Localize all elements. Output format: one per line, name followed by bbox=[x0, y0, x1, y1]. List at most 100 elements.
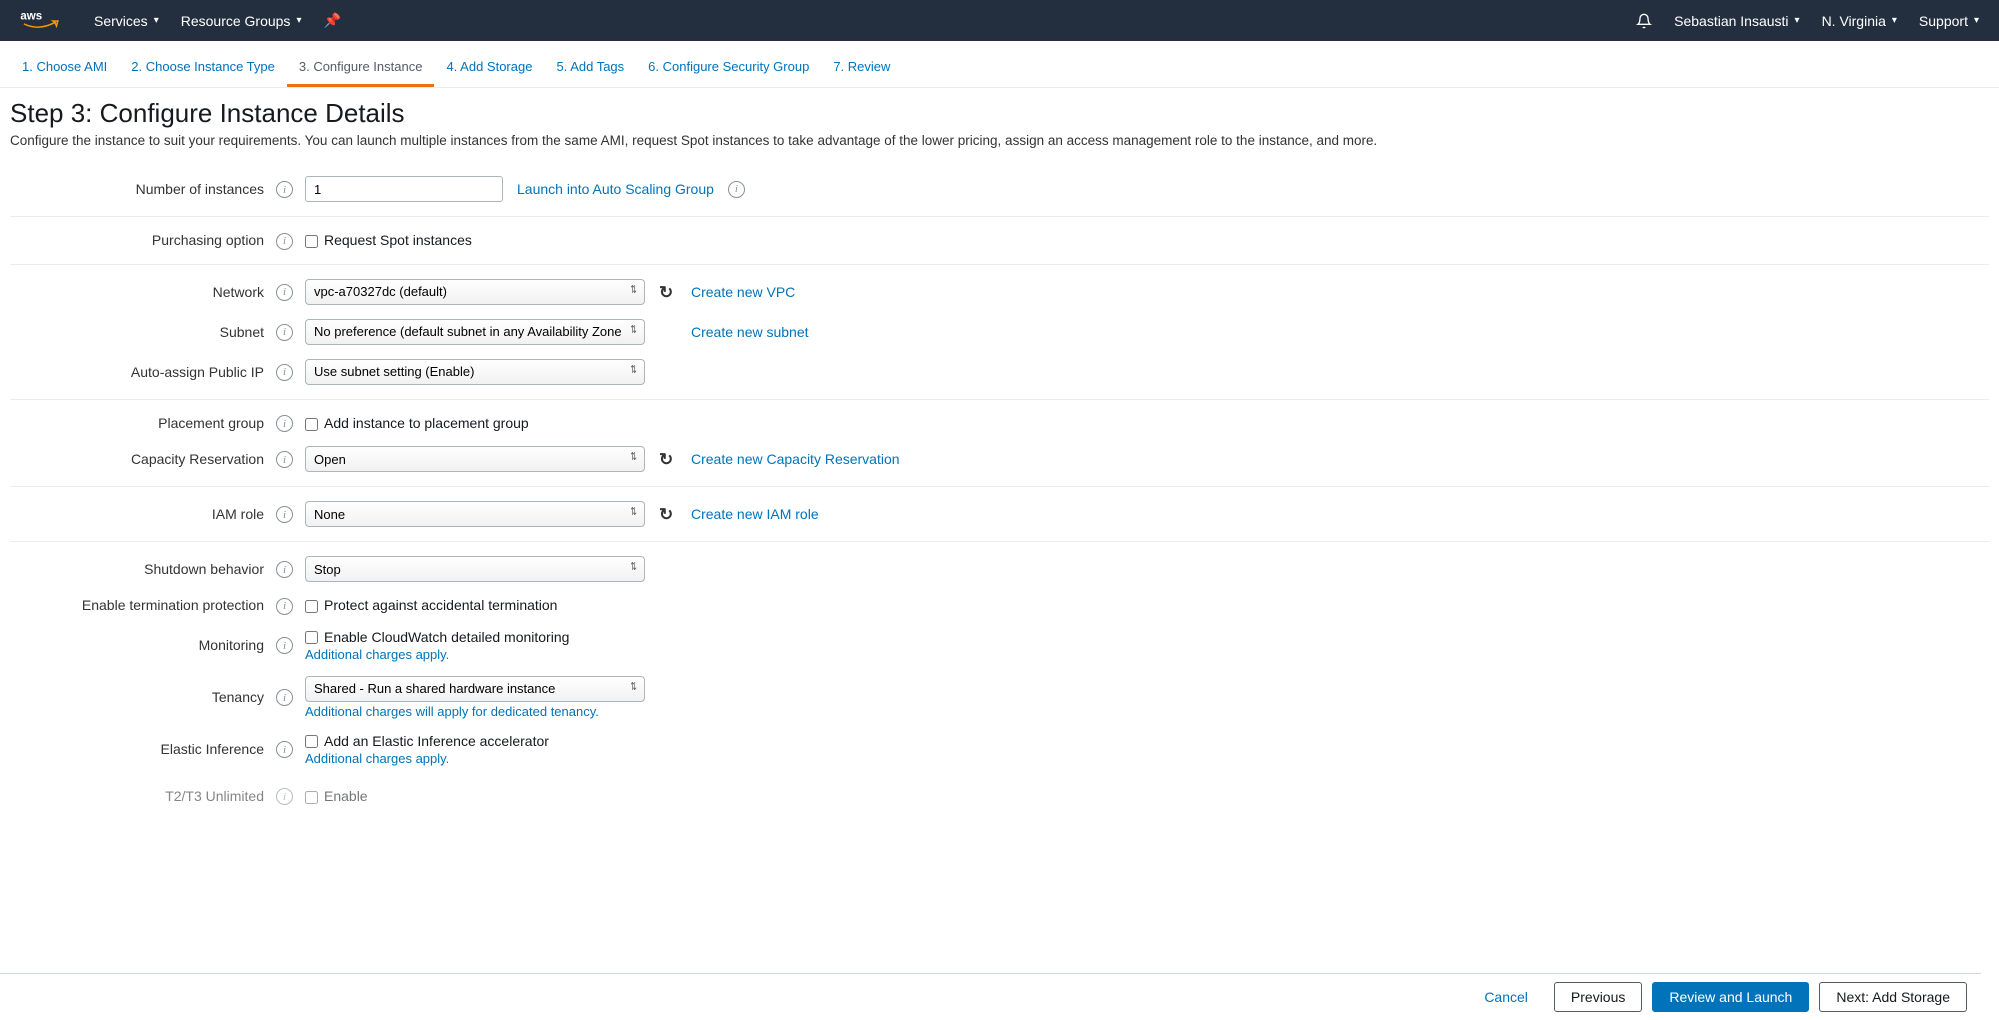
capacity-label: Capacity Reservation bbox=[10, 439, 270, 487]
chevron-down-icon: ▾ bbox=[1974, 15, 1979, 26]
ei-checkbox[interactable] bbox=[305, 735, 318, 748]
page-description: Configure the instance to suit your requ… bbox=[10, 133, 1989, 148]
termination-wrapper[interactable]: Protect against accidental termination bbox=[305, 597, 557, 613]
placement-wrapper[interactable]: Add instance to placement group bbox=[305, 415, 529, 431]
placement-text: Add instance to placement group bbox=[324, 415, 529, 431]
termination-text: Protect against accidental termination bbox=[324, 597, 557, 613]
chevron-down-icon: ▾ bbox=[1795, 15, 1800, 26]
tenancy-select[interactable]: Shared - Run a shared hardware instance bbox=[305, 676, 645, 702]
num-instances-input[interactable] bbox=[305, 176, 503, 202]
request-spot-checkbox[interactable] bbox=[305, 235, 318, 248]
tab-configure-instance[interactable]: 3. Configure Instance bbox=[287, 53, 435, 87]
t2t3-wrapper[interactable]: Enable bbox=[305, 788, 368, 804]
launch-asg-link[interactable]: Launch into Auto Scaling Group bbox=[517, 181, 714, 197]
info-icon[interactable]: i bbox=[276, 324, 293, 341]
topbar-left: Services ▾ Resource Groups ▾ 📌 bbox=[94, 12, 341, 29]
bell-icon[interactable] bbox=[1636, 13, 1652, 29]
info-icon[interactable]: i bbox=[276, 561, 293, 578]
auto-ip-select[interactable]: Use subnet setting (Enable) bbox=[305, 359, 645, 385]
ei-text: Add an Elastic Inference accelerator bbox=[324, 733, 549, 749]
purchasing-label: Purchasing option bbox=[10, 217, 270, 265]
aws-logo[interactable]: aws bbox=[20, 8, 64, 34]
monitoring-checkbox[interactable] bbox=[305, 631, 318, 644]
t2t3-checkbox[interactable] bbox=[305, 791, 318, 804]
page-title: Step 3: Configure Instance Details bbox=[10, 98, 1989, 129]
services-menu[interactable]: Services ▾ bbox=[94, 13, 159, 29]
iam-label: IAM role bbox=[10, 487, 270, 542]
support-label: Support bbox=[1919, 13, 1968, 29]
tab-add-storage[interactable]: 4. Add Storage bbox=[434, 53, 544, 87]
subnet-label: Subnet bbox=[10, 312, 270, 352]
placement-checkbox[interactable] bbox=[305, 418, 318, 431]
footer-bar: Cancel Previous Review and Launch Next: … bbox=[0, 973, 1981, 1020]
info-icon[interactable]: i bbox=[276, 181, 293, 198]
tenancy-note-link[interactable]: Additional charges will apply for dedica… bbox=[305, 704, 1983, 719]
request-spot-wrapper[interactable]: Request Spot instances bbox=[305, 232, 472, 248]
monitoring-label: Monitoring bbox=[10, 622, 270, 669]
ei-label: Elastic Inference bbox=[10, 726, 270, 773]
shutdown-select[interactable]: Stop bbox=[305, 556, 645, 582]
info-icon[interactable]: i bbox=[276, 637, 293, 654]
previous-button[interactable]: Previous bbox=[1554, 982, 1642, 1012]
page-content: Step 3: Configure Instance Details Confi… bbox=[0, 88, 1999, 892]
termination-label: Enable termination protection bbox=[10, 589, 270, 622]
chevron-down-icon: ▾ bbox=[1892, 15, 1897, 26]
network-select[interactable]: vpc-a70327dc (default) bbox=[305, 279, 645, 305]
resource-groups-label: Resource Groups bbox=[181, 13, 291, 29]
tab-review[interactable]: 7. Review bbox=[821, 53, 902, 87]
services-label: Services bbox=[94, 13, 148, 29]
tab-security-group[interactable]: 6. Configure Security Group bbox=[636, 53, 821, 87]
info-icon[interactable]: i bbox=[276, 233, 293, 250]
create-vpc-link[interactable]: Create new VPC bbox=[691, 284, 795, 300]
request-spot-text: Request Spot instances bbox=[324, 232, 472, 248]
chevron-down-icon: ▾ bbox=[154, 15, 159, 26]
info-icon[interactable]: i bbox=[276, 364, 293, 381]
review-launch-button[interactable]: Review and Launch bbox=[1652, 982, 1809, 1012]
network-label: Network bbox=[10, 264, 270, 312]
info-icon[interactable]: i bbox=[276, 284, 293, 301]
refresh-icon[interactable]: ↻ bbox=[659, 505, 677, 523]
info-icon[interactable]: i bbox=[276, 598, 293, 615]
iam-select[interactable]: None bbox=[305, 501, 645, 527]
tab-choose-instance-type[interactable]: 2. Choose Instance Type bbox=[119, 53, 287, 87]
svg-text:aws: aws bbox=[20, 10, 42, 22]
user-menu[interactable]: Sebastian Insausti ▾ bbox=[1674, 13, 1799, 29]
tab-add-tags[interactable]: 5. Add Tags bbox=[544, 53, 636, 87]
user-label: Sebastian Insausti bbox=[1674, 13, 1788, 29]
topbar: aws Services ▾ Resource Groups ▾ 📌 Sebasti… bbox=[0, 0, 1999, 41]
subnet-select[interactable]: No preference (default subnet in any Ava… bbox=[305, 319, 645, 345]
create-subnet-link[interactable]: Create new subnet bbox=[691, 324, 809, 340]
create-capacity-link[interactable]: Create new Capacity Reservation bbox=[691, 451, 900, 467]
refresh-icon[interactable]: ↻ bbox=[659, 283, 677, 301]
wizard-tabs: 1. Choose AMI 2. Choose Instance Type 3.… bbox=[0, 41, 1999, 88]
next-button[interactable]: Next: Add Storage bbox=[1819, 982, 1967, 1012]
create-iam-link[interactable]: Create new IAM role bbox=[691, 506, 819, 522]
auto-ip-label: Auto-assign Public IP bbox=[10, 352, 270, 400]
tab-choose-ami[interactable]: 1. Choose AMI bbox=[10, 53, 119, 87]
info-icon[interactable]: i bbox=[276, 741, 293, 758]
num-instances-label: Number of instances bbox=[10, 162, 270, 217]
monitoring-wrapper[interactable]: Enable CloudWatch detailed monitoring bbox=[305, 629, 569, 645]
capacity-select[interactable]: Open bbox=[305, 446, 645, 472]
placement-label: Placement group bbox=[10, 399, 270, 439]
support-menu[interactable]: Support ▾ bbox=[1919, 13, 1979, 29]
tenancy-label: Tenancy bbox=[10, 669, 270, 726]
ei-note-link[interactable]: Additional charges apply. bbox=[305, 751, 1983, 766]
info-icon[interactable]: i bbox=[728, 181, 745, 198]
info-icon[interactable]: i bbox=[276, 451, 293, 468]
t2t3-text: Enable bbox=[324, 788, 368, 804]
ei-wrapper[interactable]: Add an Elastic Inference accelerator bbox=[305, 733, 549, 749]
resource-groups-menu[interactable]: Resource Groups ▾ bbox=[181, 13, 302, 29]
info-icon[interactable]: i bbox=[276, 788, 293, 805]
termination-checkbox[interactable] bbox=[305, 600, 318, 613]
region-menu[interactable]: N. Virginia▾ bbox=[1822, 13, 1897, 29]
info-icon[interactable]: i bbox=[276, 415, 293, 432]
chevron-down-icon: ▾ bbox=[296, 15, 301, 26]
pin-icon[interactable]: 📌 bbox=[323, 12, 340, 29]
info-icon[interactable]: i bbox=[276, 689, 293, 706]
info-icon[interactable]: i bbox=[276, 506, 293, 523]
refresh-icon[interactable]: ↻ bbox=[659, 450, 677, 468]
t2t3-label: T2/T3 Unlimited bbox=[10, 773, 270, 813]
cancel-button[interactable]: Cancel bbox=[1468, 983, 1544, 1011]
monitoring-note-link[interactable]: Additional charges apply. bbox=[305, 647, 1983, 662]
